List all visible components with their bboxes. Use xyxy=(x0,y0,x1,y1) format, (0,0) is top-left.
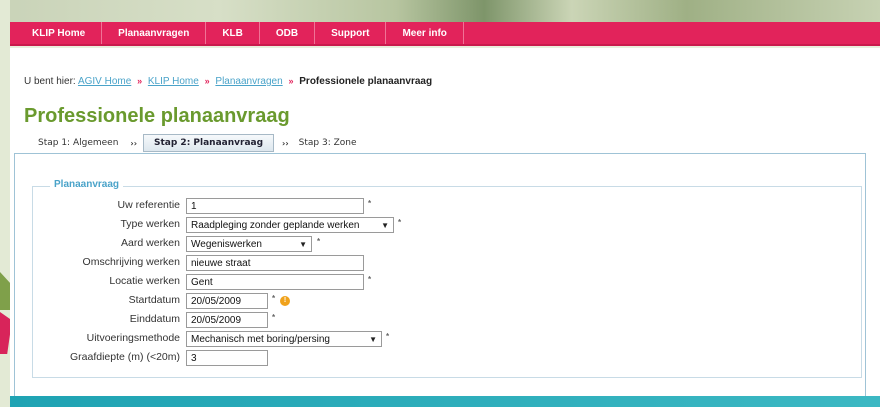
nav-item-odb[interactable]: ODB xyxy=(260,22,316,44)
aard-werken-select[interactable]: Wegeniswerken ▼ xyxy=(186,236,312,252)
nav-item-planaanvragen[interactable]: Planaanvragen xyxy=(102,22,207,44)
required-marker: * xyxy=(272,313,276,322)
main-navigation: KLIP Home Planaanvragen KLB ODB Support … xyxy=(10,22,880,46)
label-einddatum: Einddatum xyxy=(129,313,180,325)
breadcrumb-separator: » xyxy=(137,76,143,86)
uitvoeringsmethode-value: Mechanisch met boring/persing xyxy=(191,334,330,345)
row-einddatum: Einddatum xyxy=(40,312,180,328)
wizard-steps: Stap 1: Algemeen ›› Stap 2: Planaanvraag… xyxy=(34,133,361,153)
label-locatie-werken: Locatie werken xyxy=(109,275,180,287)
breadcrumb: U bent hier: AGIV Home » KLIP Home » Pla… xyxy=(24,76,432,87)
graafdiepte-input[interactable]: 3 xyxy=(186,350,268,366)
nav-item-klb[interactable]: KLB xyxy=(206,22,260,44)
omschrijving-werken-input[interactable]: nieuwe straat xyxy=(186,255,364,271)
step-3-zone[interactable]: Stap 3: Zone xyxy=(295,138,361,148)
chevron-down-icon: ▼ xyxy=(369,335,377,344)
label-uw-referentie: Uw referentie xyxy=(117,199,180,211)
row-aard-werken: Aard werken xyxy=(40,236,180,252)
startdatum-input[interactable]: 20/05/2009 xyxy=(186,293,268,309)
fieldset-legend: Planaanvraag xyxy=(50,179,124,190)
breadcrumb-link-planaanvragen[interactable]: Planaanvragen xyxy=(215,76,282,87)
row-type-werken: Type werken xyxy=(40,217,180,233)
label-startdatum: Startdatum xyxy=(128,294,180,306)
label-graafdiepte: Graafdiepte (m) (<20m) xyxy=(70,351,180,363)
required-marker: * xyxy=(368,199,372,208)
info-icon[interactable]: ! xyxy=(280,296,290,306)
uw-referentie-input[interactable]: 1 xyxy=(186,198,364,214)
nav-item-support[interactable]: Support xyxy=(315,22,387,44)
step-2-planaanvraag[interactable]: Stap 2: Planaanvraag xyxy=(143,134,275,152)
row-startdatum: Startdatum xyxy=(40,293,180,309)
row-uw-referentie: Uw referentie xyxy=(40,198,180,214)
breadcrumb-separator: » xyxy=(204,76,210,86)
label-type-werken: Type werken xyxy=(120,218,180,230)
left-decoration xyxy=(0,0,14,407)
breadcrumb-prefix: U bent hier: xyxy=(24,76,76,87)
step-arrow-icon: ›› xyxy=(282,138,289,148)
required-marker: * xyxy=(368,275,372,284)
breadcrumb-link-klip-home[interactable]: KLIP Home xyxy=(148,76,199,87)
footer-strip xyxy=(10,396,880,407)
einddatum-input[interactable]: 20/05/2009 xyxy=(186,312,268,328)
chevron-down-icon: ▼ xyxy=(381,221,389,230)
type-werken-value: Raadpleging zonder geplande werken xyxy=(191,220,360,231)
header-banner-image xyxy=(0,0,880,24)
uitvoeringsmethode-select[interactable]: Mechanisch met boring/persing ▼ xyxy=(186,331,382,347)
type-werken-select[interactable]: Raadpleging zonder geplande werken ▼ xyxy=(186,217,394,233)
breadcrumb-separator: » xyxy=(288,76,294,86)
required-marker: * xyxy=(317,237,321,246)
required-marker: * xyxy=(272,294,276,303)
locatie-werken-input[interactable]: Gent xyxy=(186,274,364,290)
label-aard-werken: Aard werken xyxy=(121,237,180,249)
page-title: Professionele planaanvraag xyxy=(24,105,290,127)
nav-item-klip-home[interactable]: KLIP Home xyxy=(10,22,103,44)
row-graafdiepte: Graafdiepte (m) (<20m) xyxy=(40,350,180,366)
breadcrumb-link-agiv-home[interactable]: AGIV Home xyxy=(78,76,131,87)
step-arrow-icon: ›› xyxy=(130,138,137,148)
row-uitvoeringsmethode: Uitvoeringsmethode xyxy=(40,331,180,347)
label-omschrijving-werken: Omschrijving werken xyxy=(82,256,180,268)
label-uitvoeringsmethode: Uitvoeringsmethode xyxy=(86,332,180,344)
required-marker: * xyxy=(386,332,390,341)
chevron-down-icon: ▼ xyxy=(299,240,307,249)
nav-item-meer-info[interactable]: Meer info xyxy=(386,22,464,44)
step-1-algemeen[interactable]: Stap 1: Algemeen xyxy=(34,138,122,148)
required-marker: * xyxy=(398,218,402,227)
breadcrumb-current: Professionele planaanvraag xyxy=(299,76,433,87)
row-omschrijving-werken: Omschrijving werken xyxy=(40,255,180,271)
row-locatie-werken: Locatie werken xyxy=(40,274,180,290)
aard-werken-value: Wegeniswerken xyxy=(191,239,262,250)
